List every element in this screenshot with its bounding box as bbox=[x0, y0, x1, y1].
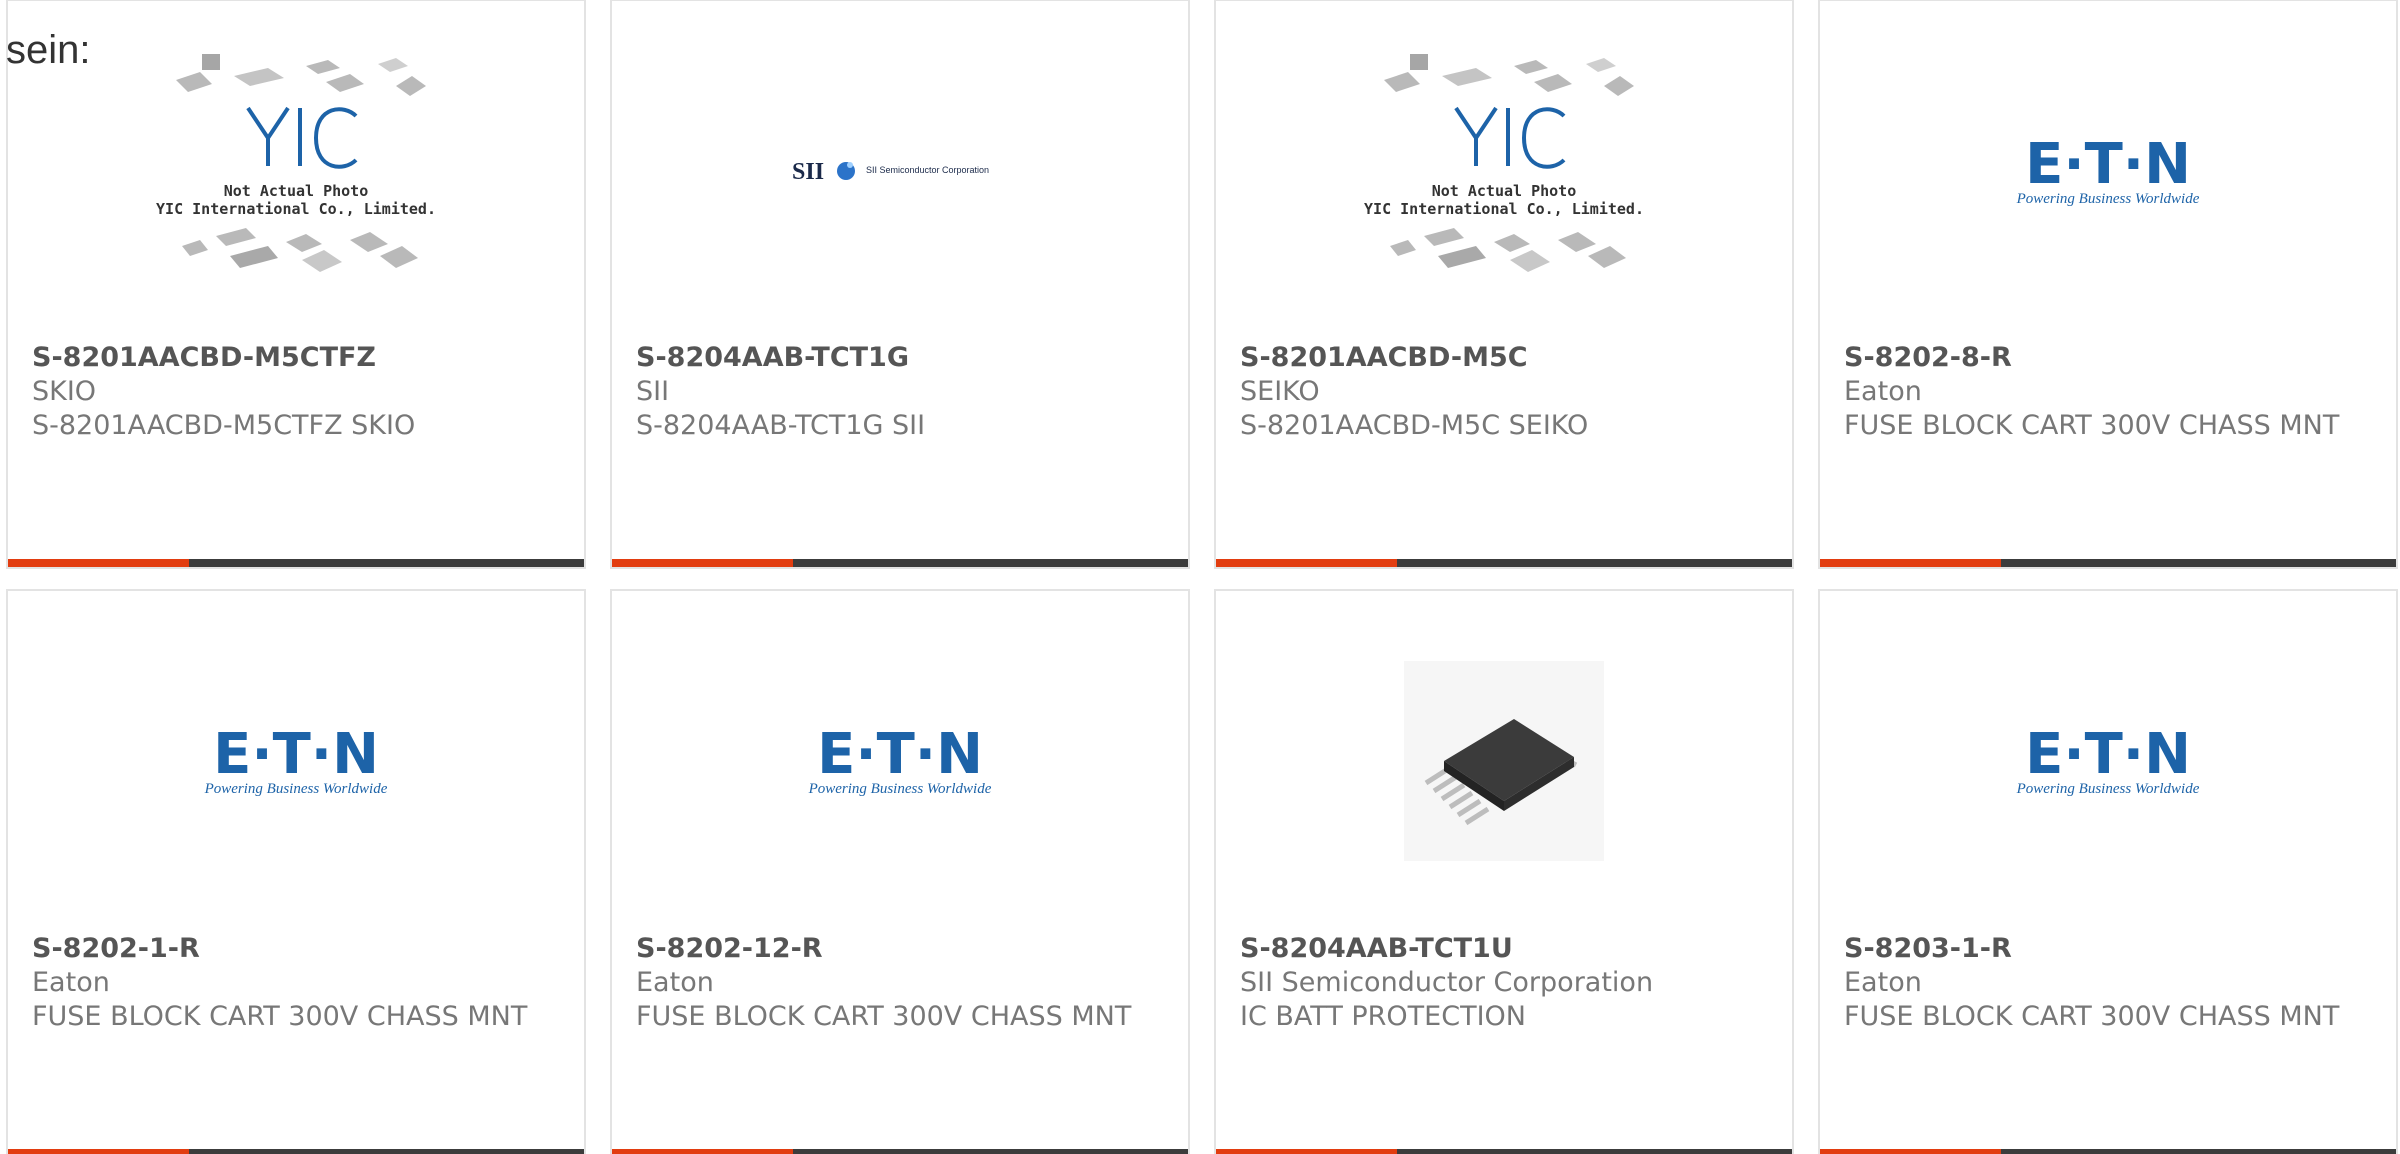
product-card[interactable]: E·T·N Powering Business Worldwide S-8202… bbox=[610, 589, 1190, 1154]
card-accent-bar bbox=[1216, 1149, 1398, 1154]
card-bottom-bar bbox=[8, 559, 584, 567]
product-image-eaton-logo[interactable]: E·T·N Powering Business Worldwide bbox=[612, 631, 1188, 891]
part-number[interactable]: S-8202-12-R bbox=[636, 932, 1164, 966]
yic-company-text: YIC International Co., Limited. bbox=[156, 200, 436, 218]
product-card[interactable]: Not Actual Photo YIC International Co., … bbox=[1214, 0, 1794, 569]
card-accent-bar bbox=[8, 1149, 190, 1154]
manufacturer: Eaton bbox=[32, 967, 110, 998]
product-image-eaton-logo[interactable]: E·T·N Powering Business Worldwide bbox=[8, 631, 584, 891]
eaton-tagline: Powering Business Worldwide bbox=[808, 781, 992, 797]
sii-logo-text: SII bbox=[792, 159, 824, 185]
card-bottom-bar bbox=[8, 1149, 584, 1154]
eaton-logo-text: E·T·N bbox=[213, 722, 379, 787]
description: FUSE BLOCK CART 300V CHASS MNT bbox=[1844, 410, 2340, 441]
manufacturer: Eaton bbox=[1844, 376, 1922, 407]
card-accent-bar bbox=[612, 559, 794, 567]
card-accent-bar bbox=[612, 1149, 794, 1154]
product-card[interactable]: SII SII Semiconductor Corporation S-8204… bbox=[610, 0, 1190, 569]
part-number[interactable]: S-8203-1-R bbox=[1844, 932, 2372, 966]
card-bottom-bar bbox=[1216, 559, 1792, 567]
manufacturer: SII bbox=[636, 376, 670, 407]
sii-company-text: SII Semiconductor Corporation bbox=[866, 165, 989, 175]
product-card[interactable]: E·T·N Powering Business Worldwide S-8202… bbox=[6, 589, 586, 1154]
yic-company-text: YIC International Co., Limited. bbox=[1364, 200, 1644, 218]
description: S-8201AACBD-M5C SEIKO bbox=[1240, 410, 1589, 441]
card-bottom-bar bbox=[612, 1149, 1188, 1154]
description: IC BATT PROTECTION bbox=[1240, 1001, 1526, 1032]
product-image-chip-photo[interactable] bbox=[1216, 631, 1792, 891]
product-card[interactable]: E·T·N Powering Business Worldwide S-8203… bbox=[1818, 589, 2398, 1154]
description: FUSE BLOCK CART 300V CHASS MNT bbox=[636, 1001, 1132, 1032]
manufacturer: Eaton bbox=[1844, 967, 1922, 998]
description: S-8201AACBD-M5CTFZ SKIO bbox=[32, 410, 416, 441]
eaton-logo-text: E·T·N bbox=[2025, 132, 2191, 197]
manufacturer: SKIO bbox=[32, 376, 97, 407]
description: FUSE BLOCK CART 300V CHASS MNT bbox=[1844, 1001, 2340, 1032]
eaton-logo-text: E·T·N bbox=[817, 722, 983, 787]
description: S-8204AAB-TCT1G SII bbox=[636, 410, 926, 441]
product-image-sii-logo[interactable]: SII SII Semiconductor Corporation bbox=[612, 41, 1188, 301]
yic-not-actual-text: Not Actual Photo bbox=[224, 182, 369, 200]
manufacturer: SEIKO bbox=[1240, 376, 1320, 407]
product-image-eaton-logo[interactable]: E·T·N Powering Business Worldwide bbox=[1820, 41, 2396, 301]
intro-text: sein: bbox=[6, 28, 91, 72]
part-number[interactable]: S-8202-1-R bbox=[32, 932, 560, 966]
card-accent-bar bbox=[1216, 559, 1398, 567]
yic-not-actual-text: Not Actual Photo bbox=[1432, 182, 1577, 200]
part-number[interactable]: S-8201AACBD-M5C bbox=[1240, 341, 1768, 375]
part-number[interactable]: S-8204AAB-TCT1G bbox=[636, 341, 1164, 375]
product-image-yic-placeholder[interactable]: Not Actual Photo YIC International Co., … bbox=[1216, 41, 1792, 301]
card-bottom-bar bbox=[1820, 559, 2396, 567]
description: FUSE BLOCK CART 300V CHASS MNT bbox=[32, 1001, 528, 1032]
product-image-yic-placeholder[interactable]: Not Actual Photo YIC International Co., … bbox=[8, 41, 584, 301]
card-bottom-bar bbox=[1820, 1149, 2396, 1154]
part-number[interactable]: S-8204AAB-TCT1U bbox=[1240, 932, 1768, 966]
card-accent-bar bbox=[8, 559, 190, 567]
product-image-eaton-logo[interactable]: E·T·N Powering Business Worldwide bbox=[1820, 631, 2396, 891]
eaton-tagline: Powering Business Worldwide bbox=[2016, 781, 2200, 797]
product-card[interactable]: E·T·N Powering Business Worldwide S-8202… bbox=[1818, 0, 2398, 569]
manufacturer: SII Semiconductor Corporation bbox=[1240, 967, 1654, 998]
card-bottom-bar bbox=[612, 559, 1188, 567]
part-number[interactable]: S-8202-8-R bbox=[1844, 341, 2372, 375]
card-bottom-bar bbox=[1216, 1149, 1792, 1154]
eaton-logo-text: E·T·N bbox=[2025, 722, 2191, 787]
eaton-tagline: Powering Business Worldwide bbox=[2016, 191, 2200, 207]
eaton-tagline: Powering Business Worldwide bbox=[204, 781, 388, 797]
product-grid-page: sein: Not Actual Photo YIC International… bbox=[0, 0, 2400, 1154]
card-accent-bar bbox=[1820, 1149, 2002, 1154]
part-number[interactable]: S-8201AACBD-M5CTFZ bbox=[32, 341, 560, 375]
product-card[interactable]: Not Actual Photo YIC International Co., … bbox=[6, 0, 586, 569]
card-accent-bar bbox=[1820, 559, 2002, 567]
product-card[interactable]: S-8204AAB-TCT1U SII Semiconductor Corpor… bbox=[1214, 589, 1794, 1154]
manufacturer: Eaton bbox=[636, 967, 714, 998]
